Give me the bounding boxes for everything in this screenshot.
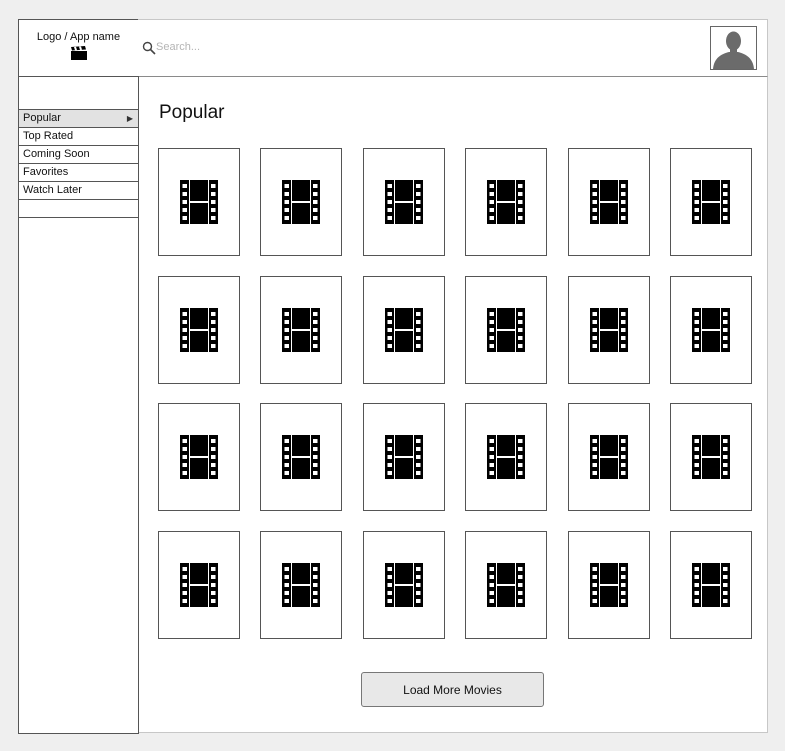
movie-card[interactable]	[260, 148, 343, 256]
sidebar-item-watch-later[interactable]: Watch Later	[19, 181, 138, 199]
film-strip-icon	[180, 180, 218, 224]
film-strip-icon	[384, 435, 423, 480]
load-more-button[interactable]: Load More Movies	[361, 672, 544, 707]
sidebar-item-coming-soon[interactable]: Coming Soon	[19, 145, 138, 163]
sidebar-item-popular[interactable]: Popular ▶	[19, 109, 138, 127]
film-strip-icon	[282, 562, 321, 607]
film-strip-icon	[589, 180, 628, 224]
movie-card[interactable]	[567, 275, 650, 384]
movie-card[interactable]	[465, 148, 548, 256]
sidebar-item-label: Favorites	[23, 166, 69, 178]
movie-card[interactable]	[465, 403, 548, 512]
movie-card[interactable]	[567, 403, 650, 512]
avatar-silhouette	[711, 27, 756, 69]
movie-card[interactable]	[567, 148, 650, 256]
movie-card[interactable]	[669, 148, 752, 256]
movie-card[interactable]	[260, 275, 343, 384]
page-title: Popular	[159, 102, 225, 123]
film-strip-icon	[691, 180, 730, 224]
movie-card[interactable]	[158, 403, 240, 512]
search-icon	[142, 41, 156, 55]
film-strip-icon	[180, 435, 218, 480]
film-strip-icon	[384, 562, 423, 607]
film-strip-icon	[384, 180, 423, 224]
film-strip-icon	[487, 307, 526, 352]
search-input[interactable]	[156, 38, 456, 56]
film-strip-icon	[589, 435, 628, 480]
sidebar: Popular ▶ Top Rated Coming Soon Favorite…	[18, 76, 139, 734]
app-name: Logo / App name	[36, 31, 121, 43]
sidebar-item-top-rated[interactable]: Top Rated	[19, 127, 138, 145]
movie-card[interactable]	[260, 403, 343, 512]
logo[interactable]: Logo / App name	[18, 19, 139, 77]
movie-card[interactable]	[158, 148, 240, 256]
movie-card[interactable]	[158, 530, 240, 639]
clapperboard-icon	[70, 46, 87, 60]
sidebar-item-label: Top Rated	[23, 130, 74, 142]
film-strip-icon	[691, 562, 730, 607]
film-strip-icon	[180, 562, 218, 607]
movie-card[interactable]	[567, 530, 650, 639]
movie-card[interactable]	[362, 530, 445, 639]
film-strip-icon	[589, 562, 628, 607]
movie-grid	[158, 148, 752, 639]
film-strip-icon	[589, 307, 628, 352]
sidebar-item-label: Watch Later	[23, 184, 82, 196]
film-strip-icon	[282, 307, 321, 352]
film-strip-icon	[384, 307, 423, 352]
triangle-right-icon: ▶	[126, 114, 133, 123]
film-strip-icon	[691, 435, 730, 480]
movie-card[interactable]	[465, 530, 548, 639]
film-strip-icon	[282, 435, 321, 480]
film-strip-icon	[180, 307, 218, 352]
film-strip-icon	[487, 435, 526, 480]
sidebar-item-label: Popular	[23, 112, 61, 124]
movie-card[interactable]	[362, 275, 445, 384]
movie-card[interactable]	[669, 403, 752, 512]
film-strip-icon	[487, 180, 526, 224]
movie-card[interactable]	[158, 275, 240, 384]
movie-card[interactable]	[362, 403, 445, 512]
film-strip-icon	[282, 180, 321, 224]
sidebar-item-favorites[interactable]: Favorites	[19, 163, 138, 181]
sidebar-nav: Popular ▶ Top Rated Coming Soon Favorite…	[19, 109, 138, 218]
movie-card[interactable]	[260, 530, 343, 639]
movie-card[interactable]	[669, 275, 752, 384]
sidebar-item-empty[interactable]	[19, 199, 138, 218]
movie-card[interactable]	[362, 148, 445, 256]
sidebar-item-label: Coming Soon	[23, 148, 90, 160]
user-avatar-icon[interactable]	[710, 26, 757, 70]
movie-card[interactable]	[465, 275, 548, 384]
film-strip-icon	[487, 562, 526, 607]
film-strip-icon	[691, 307, 730, 352]
movie-card[interactable]	[669, 530, 752, 639]
